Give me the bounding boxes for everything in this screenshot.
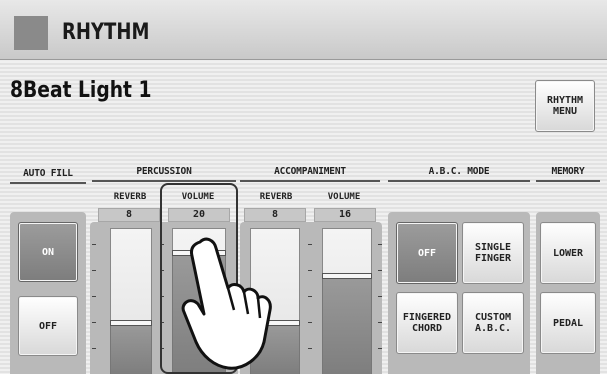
abc-single-finger-button[interactable]: SINGLE FINGER: [462, 222, 524, 284]
percussion-header: PERCUSSION: [136, 166, 192, 177]
auto-fill-off-label: OFF: [38, 320, 58, 332]
slider-handle[interactable]: [110, 320, 152, 326]
rhythm-menu-button[interactable]: RHYTHM MENU: [535, 80, 595, 132]
memory-pedal-label: PEDAL: [552, 317, 584, 329]
abc-fingered-chord-button[interactable]: FINGERED CHORD: [396, 292, 458, 354]
scale-tick: [308, 244, 312, 245]
abc-mode-header: A.B.C. MODE: [428, 166, 490, 177]
abc-custom-abc-label: CUSTOM A.B.C.: [474, 312, 512, 334]
rhythm-screen: RHYTHM 8Beat Light 1 RHYTHM MENU AUTO FI…: [0, 0, 607, 374]
percussion-reverb-value: 8: [98, 208, 160, 222]
accompaniment-volume-value: 16: [314, 208, 376, 222]
abc-off-label: OFF: [417, 247, 437, 259]
memory-pedal-button[interactable]: PEDAL: [540, 292, 596, 354]
percussion-reverb-slider[interactable]: [110, 228, 152, 374]
abc-custom-abc-button[interactable]: CUSTOM A.B.C.: [462, 292, 524, 354]
scale-tick: [92, 322, 96, 323]
rhythm-menu-label: RHYTHM MENU: [546, 95, 584, 117]
slider-fill: [110, 323, 152, 374]
accompaniment-volume-label: VOLUME: [327, 192, 361, 202]
accompaniment-volume-slider[interactable]: [322, 228, 372, 374]
memory-lower-label: LOWER: [552, 247, 584, 259]
memory-lower-button[interactable]: LOWER: [540, 222, 596, 284]
abc-off-button[interactable]: OFF: [396, 222, 458, 284]
scale-tick: [308, 348, 312, 349]
auto-fill-line: [10, 182, 86, 184]
scale-tick: [378, 322, 382, 323]
title-bar: RHYTHM: [0, 0, 607, 60]
abc-single-finger-label: SINGLE FINGER: [474, 242, 512, 264]
slider-fill: [322, 276, 372, 374]
auto-fill-on-label: ON: [41, 246, 55, 258]
accompaniment-reverb-label: REVERB: [259, 192, 293, 202]
accompaniment-line: [240, 180, 380, 182]
scale-tick: [92, 296, 96, 297]
page-title: RHYTHM: [62, 20, 150, 45]
scale-tick: [308, 322, 312, 323]
auto-fill-on-button[interactable]: ON: [18, 222, 78, 282]
scale-tick: [308, 270, 312, 271]
abc-mode-line: [388, 180, 530, 182]
memory-line: [536, 180, 600, 182]
percussion-line: [92, 180, 236, 182]
title-square-icon: [14, 16, 48, 50]
auto-fill-off-button[interactable]: OFF: [18, 296, 78, 356]
scale-tick: [308, 296, 312, 297]
abc-fingered-chord-label: FINGERED CHORD: [402, 312, 452, 334]
scale-tick: [378, 348, 382, 349]
accompaniment-header: ACCOMPANIMENT: [274, 166, 346, 177]
percussion-reverb-label: REVERB: [113, 192, 147, 202]
scale-tick: [92, 244, 96, 245]
scale-tick: [378, 270, 382, 271]
scale-tick: [378, 244, 382, 245]
scale-tick: [378, 296, 382, 297]
hand-pointer-icon: [181, 237, 272, 370]
accompaniment-reverb-value: 8: [244, 208, 306, 222]
rhythm-name: 8Beat Light 1: [10, 78, 152, 103]
scale-tick: [92, 270, 96, 271]
auto-fill-header: AUTO FILL: [23, 168, 73, 179]
scale-tick: [92, 348, 96, 349]
memory-header: MEMORY: [551, 166, 585, 177]
slider-handle[interactable]: [322, 273, 372, 279]
